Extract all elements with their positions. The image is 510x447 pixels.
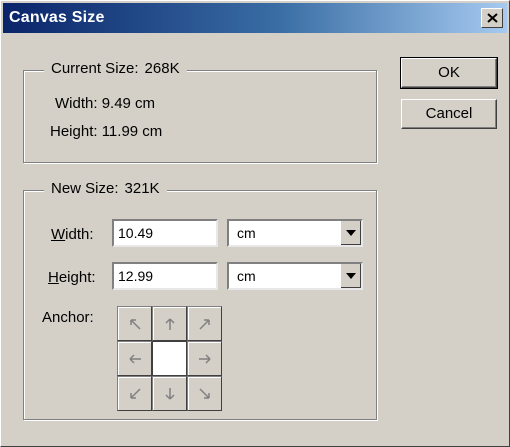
- height-unit-value: cm: [237, 268, 256, 284]
- arrow-up-icon: [165, 318, 175, 330]
- new-size-label: New Size:: [51, 180, 119, 197]
- current-height-value: 11.99 cm: [101, 123, 163, 140]
- current-size-value: 268K: [144, 60, 180, 77]
- anchor-center-selected[interactable]: [152, 341, 187, 376]
- anchor-bottom[interactable]: [152, 376, 187, 411]
- anchor-top-left[interactable]: [117, 306, 152, 341]
- title-bar[interactable]: Canvas Size: [3, 3, 507, 33]
- arrow-right-icon: [199, 354, 211, 364]
- close-icon: [487, 13, 498, 23]
- new-width-label: Width:: [51, 226, 94, 243]
- arrow-down-left-icon: [130, 388, 141, 399]
- height-unit-select[interactable]: cm: [227, 262, 363, 290]
- anchor-label: Anchor:: [42, 309, 94, 326]
- height-unit-dropdown-button[interactable]: [340, 264, 361, 288]
- close-button[interactable]: [481, 8, 503, 28]
- current-height-label: Height:: [50, 123, 98, 140]
- canvas-size-dialog: Canvas Size Current Size: 268K Width: 9.…: [0, 0, 510, 447]
- anchor-right[interactable]: [187, 341, 222, 376]
- cancel-button[interactable]: Cancel: [401, 99, 497, 129]
- current-size-legend: Current Size: 268K: [44, 60, 187, 77]
- current-width-value: 9.49 cm: [101, 95, 156, 112]
- current-height-row: Height: 11.99 cm: [50, 123, 162, 140]
- ok-button[interactable]: OK: [400, 57, 498, 89]
- anchor-bottom-left[interactable]: [117, 376, 152, 411]
- width-input[interactable]: 10.49: [112, 219, 218, 247]
- anchor-top[interactable]: [152, 306, 187, 341]
- arrow-up-right-icon: [199, 319, 210, 330]
- width-unit-select[interactable]: cm: [227, 219, 363, 247]
- arrow-down-right-icon: [199, 388, 210, 399]
- current-size-group: Current Size: 268K: [23, 60, 377, 163]
- anchor-grid: [117, 306, 222, 411]
- current-width-label: Width:: [55, 95, 98, 112]
- height-input[interactable]: 12.99: [112, 262, 218, 290]
- current-size-label: Current Size:: [51, 60, 139, 77]
- width-unit-dropdown-button[interactable]: [340, 221, 361, 245]
- width-unit-value: cm: [237, 225, 256, 241]
- arrow-left-icon: [129, 354, 141, 364]
- anchor-bottom-right[interactable]: [187, 376, 222, 411]
- arrow-down-icon: [165, 388, 175, 400]
- current-width-row: Width: 9.49 cm: [55, 95, 155, 112]
- chevron-down-icon: [346, 273, 356, 279]
- new-size-value: 321K: [124, 180, 160, 197]
- anchor-top-right[interactable]: [187, 306, 222, 341]
- chevron-down-icon: [346, 230, 356, 236]
- new-size-legend: New Size: 321K: [44, 180, 167, 197]
- window-title: Canvas Size: [9, 9, 105, 26]
- new-height-label: Height:: [48, 269, 96, 286]
- arrow-up-left-icon: [130, 319, 141, 330]
- anchor-left[interactable]: [117, 341, 152, 376]
